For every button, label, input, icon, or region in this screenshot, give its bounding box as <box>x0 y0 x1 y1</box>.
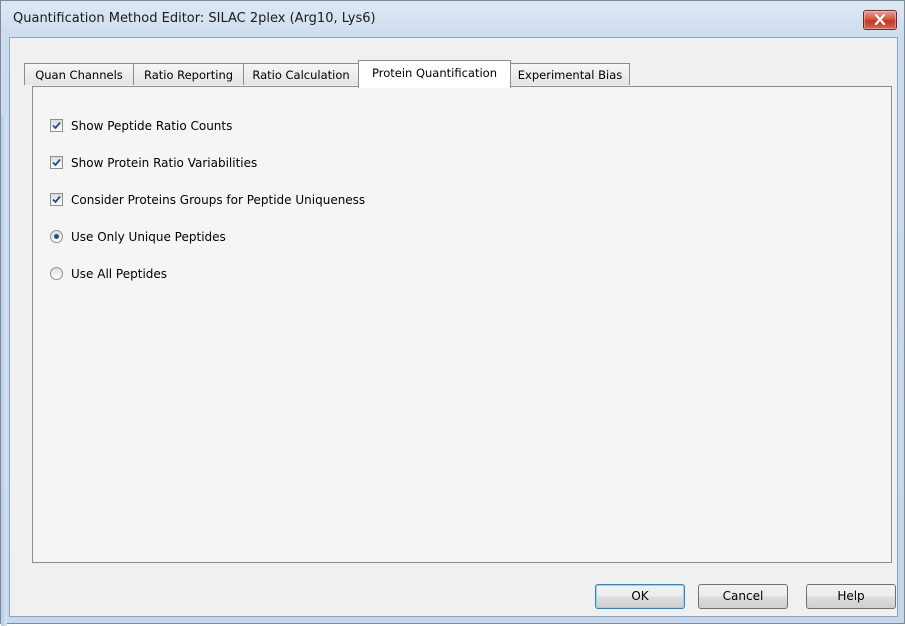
close-button[interactable] <box>863 10 897 30</box>
tab-ratio-calculation[interactable]: Ratio Calculation <box>243 63 359 85</box>
tab-experimental-bias[interactable]: Experimental Bias <box>510 63 630 85</box>
dialog-window: Quantification Method Editor: SILAC 2ple… <box>0 0 905 626</box>
protein-quantification-panel: Show Peptide Ratio Counts Show Protein R… <box>32 86 892 563</box>
checkmark-icon <box>52 195 61 204</box>
cancel-button[interactable]: Cancel <box>698 584 788 609</box>
radio-selected-dot <box>54 234 59 239</box>
use-only-unique-peptides-label: Use Only Unique Peptides <box>71 230 226 244</box>
use-all-peptides-label: Use All Peptides <box>71 267 168 281</box>
show-protein-ratio-variabilities-checkbox[interactable] <box>50 156 63 169</box>
close-icon <box>874 14 886 25</box>
use-only-unique-peptides-radio[interactable] <box>50 230 63 243</box>
window-title: Quantification Method Editor: SILAC 2ple… <box>13 11 376 26</box>
window-edge <box>1 116 7 626</box>
dialog-client-area: Quan Channels Ratio Reporting Ratio Calc… <box>9 37 898 617</box>
tab-quan-channels[interactable]: Quan Channels <box>24 63 134 85</box>
use-all-peptides-radio[interactable] <box>50 267 63 280</box>
checkmark-icon <box>52 121 61 130</box>
tab-ratio-reporting[interactable]: Ratio Reporting <box>133 63 244 85</box>
show-peptide-ratio-counts-label: Show Peptide Ratio Counts <box>71 119 233 133</box>
show-protein-ratio-variabilities-label: Show Protein Ratio Variabilities <box>71 156 258 170</box>
title-bar[interactable]: Quantification Method Editor: SILAC 2ple… <box>1 1 904 37</box>
tab-strip: Quan Channels Ratio Reporting Ratio Calc… <box>24 60 904 88</box>
consider-protein-groups-label: Consider Proteins Groups for Peptide Uni… <box>71 193 366 207</box>
checkmark-icon <box>52 158 61 167</box>
show-peptide-ratio-counts-checkbox[interactable] <box>50 119 63 132</box>
ok-button[interactable]: OK <box>595 584 685 609</box>
consider-protein-groups-checkbox[interactable] <box>50 193 63 206</box>
tab-protein-quantification[interactable]: Protein Quantification <box>358 60 511 88</box>
help-button[interactable]: Help <box>806 584 896 609</box>
